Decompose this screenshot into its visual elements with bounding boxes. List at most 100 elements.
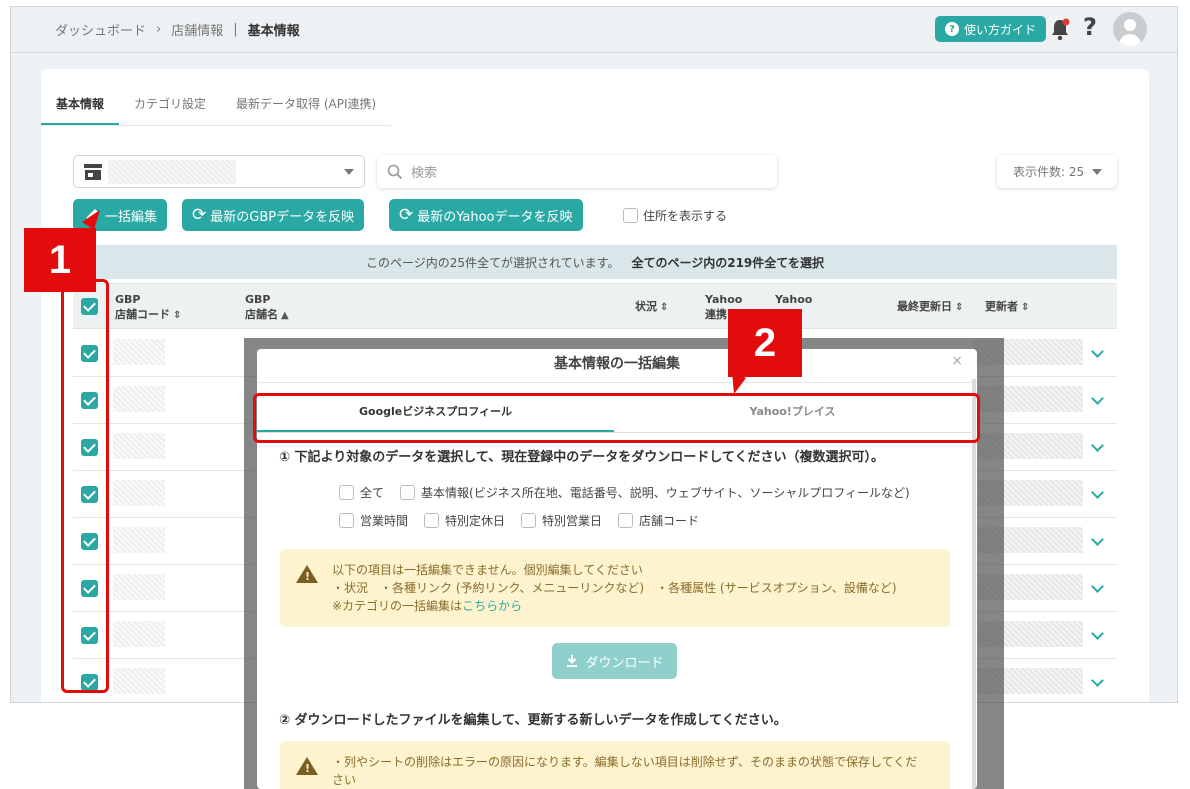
redacted-cell: [113, 527, 165, 553]
col-status[interactable]: 状況 ⇕: [635, 299, 668, 315]
warning-line1: 以下の項目は一括編集できません。個別編集してください: [332, 563, 643, 577]
option-all-checkbox[interactable]: [339, 485, 354, 500]
sort-icon: ⇕: [660, 302, 669, 313]
breadcrumb-dashboard[interactable]: ダッシュボード: [55, 20, 146, 39]
store-icon: [84, 164, 102, 180]
col-store-code[interactable]: GBP 店舗コード ⇕: [115, 292, 181, 323]
warning2-line2: さい: [332, 773, 357, 787]
sort-up-icon: ▲: [281, 310, 289, 321]
guide-button-label: 使い方ガイド: [964, 22, 1037, 37]
redacted-cell: [113, 621, 165, 647]
store-select[interactable]: [73, 155, 365, 188]
annotation-arrow-1: [82, 210, 100, 230]
table-header: GBP 店舗コード⇕ GBP 店舗名▲ 状況⇕ Yahoo 連携⇕ Yahoo …: [73, 283, 1117, 329]
chevron-down-icon: [1092, 168, 1103, 175]
annotation-arrow-2: [732, 372, 746, 394]
redacted-cell: [113, 339, 165, 365]
col-store-name-line2: 店舗名: [245, 308, 278, 321]
yahoo-reflect-button[interactable]: ⟳ 最新のYahooデータを反映: [389, 199, 583, 231]
top-bar: ダッシュボード › 店舗情報 | 基本情報 ? 使い方ガイド ?: [11, 7, 1177, 53]
page-title: 基本情報: [247, 24, 300, 39]
option-hours-checkbox[interactable]: [339, 513, 354, 528]
chevron-down-icon[interactable]: [1091, 674, 1104, 687]
col-yahoo-id-line1: Yahoo: [775, 293, 813, 306]
bell-icon[interactable]: [1049, 17, 1071, 41]
chevron-down-icon[interactable]: [1091, 345, 1104, 358]
option-special-closed-checkbox[interactable]: [424, 513, 440, 528]
col-store-name[interactable]: GBP 店舗名 ▲: [245, 292, 289, 323]
redacted-cell: [113, 386, 165, 412]
col-updater-label: 更新者: [985, 300, 1018, 313]
redacted-cell: [113, 480, 165, 506]
gbp-reflect-button[interactable]: ⟳ 最新のGBPデータを反映: [182, 199, 365, 231]
col-status-label: 状況: [635, 300, 657, 313]
download-options-row1: 全て 基本情報(ビジネス所在地、電話番号、説明、ウェブサイト、ソーシャルプロフィ…: [339, 484, 910, 501]
chevron-down-icon[interactable]: [1091, 486, 1104, 499]
option-store-code-label: 店舗コード: [639, 514, 700, 528]
option-special-open-checkbox[interactable]: [521, 513, 537, 528]
tab-api-fetch[interactable]: 最新データ取得 (API連携): [221, 89, 391, 125]
col-last-updated[interactable]: 最終更新日 ⇕: [897, 299, 963, 315]
warning-box: 以下の項目は一括編集できません。個別編集してください ・状況 ・各種リンク (予…: [280, 549, 950, 627]
warning2-line1: ・列やシートの削除はエラーの原因になります。編集しない項目は削除せず、そのままの…: [332, 755, 918, 769]
yahoo-reflect-label: 最新のYahooデータを反映: [417, 209, 573, 225]
chevron-down-icon[interactable]: [1091, 580, 1104, 593]
bulk-edit-label: 一括編集: [105, 209, 158, 225]
select-all-pages-link[interactable]: 全てのページ内の219件全てを選択: [631, 254, 824, 271]
chevron-down-icon[interactable]: [1091, 392, 1104, 405]
annotation-badge-2: 2: [728, 309, 802, 377]
sort-icon: ⇕: [1021, 302, 1030, 313]
per-page-select[interactable]: 表示件数: 25: [997, 155, 1117, 188]
col-store-code-line2: 店舗コード: [115, 308, 170, 321]
close-icon[interactable]: ×: [951, 353, 963, 369]
option-basic-label: 基本情報(ビジネス所在地、電話番号、説明、ウェブサイト、ソーシャルプロフィールな…: [421, 486, 910, 500]
guide-button[interactable]: ? 使い方ガイド: [935, 16, 1047, 42]
breadcrumb-store-info[interactable]: 店舗情報: [171, 20, 223, 39]
chevron-down-icon[interactable]: [1091, 533, 1104, 546]
col-updater[interactable]: 更新者 ⇕: [985, 299, 1029, 315]
category-bulk-edit-link[interactable]: こちらから: [462, 599, 522, 613]
col-yahoo-link-line1: Yahoo: [705, 293, 743, 306]
option-special-open-label: 特別営業日: [542, 514, 603, 528]
breadcrumb-bar: |: [233, 22, 238, 37]
col-store-code-line1: GBP: [115, 293, 141, 306]
gbp-reflect-label: 最新のGBPデータを反映: [210, 209, 355, 225]
option-basic-checkbox[interactable]: [400, 485, 416, 500]
selection-banner: このページ内の25件全てが選択されています。 全てのページ内の219件全てを選択: [73, 245, 1117, 279]
warning-line2: ・状況 ・各種リンク (予約リンク、メニューリンクなど) ・各種属性 (サービス…: [332, 581, 897, 595]
download-options-row2: 営業時間 特別定休日 特別営業日 店舗コード: [339, 512, 699, 529]
avatar[interactable]: [1113, 12, 1147, 46]
warning-icon: [296, 565, 318, 586]
tab-category-settings[interactable]: カテゴリ設定: [119, 89, 221, 125]
store-name-redacted: [108, 160, 236, 184]
chevron-down-icon[interactable]: [1091, 439, 1104, 452]
help-icon[interactable]: ?: [1083, 13, 1097, 41]
breadcrumb-separator: ›: [156, 22, 162, 37]
col-store-name-line1: GBP: [245, 293, 271, 306]
option-all-label: 全て: [360, 486, 385, 500]
sync-icon: ⟳: [192, 205, 207, 225]
annotation-box-checkboxes: [61, 279, 109, 693]
warning-icon: [296, 757, 318, 778]
per-page-label: 表示件数: 25: [1013, 165, 1085, 179]
warning-box-2: ・列やシートの削除はエラーの原因になります。編集しない項目は削除せず、そのままの…: [280, 741, 950, 789]
redacted-cell: [113, 574, 165, 600]
show-address-checkbox[interactable]: [623, 208, 638, 223]
col-yahoo-link-line2: 連携: [705, 308, 727, 321]
option-store-code-checkbox[interactable]: [618, 513, 634, 528]
search-box[interactable]: 検索: [377, 155, 777, 188]
question-circle-icon: ?: [945, 22, 959, 36]
sort-icon: ⇕: [955, 302, 964, 313]
option-hours-label: 営業時間: [360, 514, 409, 528]
search-input[interactable]: 検索: [411, 162, 437, 181]
download-button[interactable]: ダウンロード: [552, 643, 677, 679]
option-special-closed-label: 特別定休日: [445, 514, 506, 528]
redacted-cell: [113, 433, 165, 459]
col-last-updated-label: 最終更新日: [897, 300, 952, 313]
tab-basic-info[interactable]: 基本情報: [41, 89, 120, 125]
page-tabs: 基本情報 カテゴリ設定 最新データ取得 (API連携): [41, 89, 392, 126]
show-address-toggle[interactable]: 住所を表示する: [623, 207, 727, 224]
chevron-down-icon[interactable]: [1091, 627, 1104, 640]
download-label: ダウンロード: [585, 655, 664, 671]
redacted-cell: [113, 668, 165, 694]
